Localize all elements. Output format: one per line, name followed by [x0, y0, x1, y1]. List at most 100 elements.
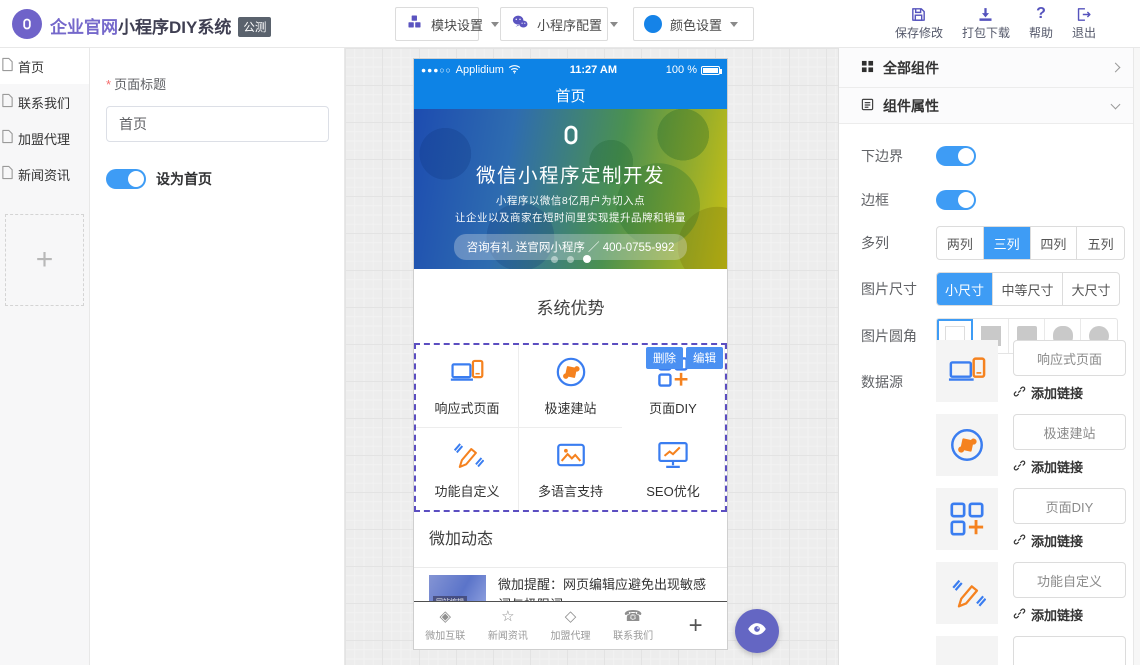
tab-label: 新闻资讯 — [488, 627, 528, 642]
columns-option-4[interactable]: 四列 — [1031, 227, 1078, 259]
columns-segmented-control: 两列 三列 四列 五列 — [936, 226, 1125, 260]
bottom-border-toggle[interactable] — [936, 146, 976, 166]
list-doc-icon — [861, 98, 874, 114]
image-size-label: 图片尺寸 — [861, 279, 936, 299]
plus-icon: + — [36, 243, 54, 277]
columns-option-5[interactable]: 五列 — [1077, 227, 1124, 259]
advantages-section-title: 系统优势 — [414, 269, 727, 343]
page-title-label: *页面标题 — [106, 74, 344, 93]
feature-label: SEO优化 — [646, 481, 699, 500]
feature-cell-fast-build[interactable]: 极速建站 — [519, 345, 622, 428]
image-size-small-selected[interactable]: 小尺寸 — [937, 273, 993, 305]
carousel-dot-active[interactable] — [583, 255, 591, 263]
miniprogram-logo-icon — [414, 119, 727, 156]
prop-border: 边框 — [839, 190, 1133, 210]
exit-button[interactable]: 退出 — [1072, 5, 1096, 41]
add-link-button[interactable]: 添加链接 — [1013, 383, 1126, 402]
page-item-agency[interactable]: 加盟代理 — [0, 120, 89, 156]
page-diy-icon — [936, 488, 998, 550]
hero-title: 微信小程序定制开发 — [414, 159, 727, 188]
chevron-down-icon — [1111, 99, 1121, 109]
data-source-name-input[interactable] — [1013, 636, 1126, 665]
phone-status-bar: ●●●○○ Applidium 11:27 AM 100 % — [414, 59, 727, 81]
app-title-primary: 企业官网 — [50, 18, 118, 37]
battery-icon — [701, 66, 720, 75]
page-item-contact[interactable]: 联系我们 — [0, 84, 89, 120]
delete-button[interactable]: 删除 — [646, 347, 683, 369]
add-link-button[interactable]: 添加链接 — [1013, 605, 1126, 624]
module-settings-label: 模块设置 — [431, 15, 483, 34]
hero-banner[interactable]: 微信小程序定制开发 小程序以微信8亿用户为切入点 让企业以及商家在短时间里实现提… — [414, 109, 727, 269]
page-title-input[interactable] — [106, 106, 329, 142]
add-link-label: 添加链接 — [1031, 531, 1083, 550]
columns-option-2[interactable]: 两列 — [937, 227, 984, 259]
required-mark: * — [106, 77, 111, 92]
image-size-large[interactable]: 大尺寸 — [1063, 273, 1119, 305]
data-source-name-input[interactable] — [1013, 340, 1126, 376]
data-source-icon-placeholder — [936, 636, 998, 665]
component-props-header[interactable]: 组件属性 — [839, 88, 1133, 124]
edit-button[interactable]: 编辑 — [686, 347, 723, 369]
seo-monitor-icon — [656, 438, 690, 475]
add-link-label: 添加链接 — [1031, 605, 1083, 624]
tab-brand[interactable]: ◈ 微加互联 — [414, 602, 477, 649]
data-source-name-input[interactable] — [1013, 562, 1126, 598]
beta-badge: 公测 — [238, 17, 271, 37]
color-settings-label: 颜色设置 — [670, 15, 722, 34]
carousel-dot[interactable] — [567, 256, 574, 263]
feature-cell-custom[interactable]: 功能自定义 — [416, 428, 519, 511]
tab-add-button[interactable]: + — [664, 602, 727, 649]
phone-nav-bar: 首页 — [414, 81, 727, 109]
miniprogram-config-menu[interactable]: 小程序配置 — [500, 7, 608, 41]
preview-button[interactable] — [735, 609, 779, 653]
tab-news[interactable]: ☆ 新闻资讯 — [477, 602, 540, 649]
page-icon — [1, 93, 14, 111]
save-button[interactable]: 保存修改 — [895, 5, 943, 41]
columns-option-3-selected[interactable]: 三列 — [984, 227, 1031, 259]
data-source-name-input[interactable] — [1013, 414, 1126, 450]
feature-cell-responsive[interactable]: 响应式页面 — [416, 345, 519, 428]
tab-agency[interactable]: ◇ 加盟代理 — [539, 602, 602, 649]
feature-cell-seo[interactable]: SEO优化 — [622, 428, 725, 511]
add-link-button[interactable]: 添加链接 — [1013, 457, 1126, 476]
help-icon: ? — [1036, 5, 1046, 23]
brand-diamond-icon: ◈ — [440, 608, 452, 625]
app-logo-icon — [12, 9, 42, 39]
feature-label: 响应式页面 — [434, 398, 499, 417]
carousel-dot[interactable] — [551, 256, 558, 263]
page-item-home[interactable]: 首页 — [0, 48, 89, 84]
add-link-button[interactable]: 添加链接 — [1013, 531, 1126, 550]
image-icon — [554, 438, 588, 475]
color-settings-menu[interactable]: 颜色设置 — [633, 7, 754, 41]
editor-canvas: ●●●○○ Applidium 11:27 AM 100 % 首页 微信小程序定… — [345, 48, 838, 665]
feature-cell-multilang[interactable]: 多语言支持 — [519, 428, 622, 511]
page-icon — [1, 165, 14, 183]
set-home-toggle[interactable] — [106, 169, 146, 189]
help-button[interactable]: ? 帮助 — [1029, 5, 1053, 41]
all-components-header[interactable]: 全部组件 — [839, 48, 1133, 88]
border-toggle[interactable] — [936, 190, 976, 210]
image-size-medium[interactable]: 中等尺寸 — [993, 273, 1063, 305]
feature-grid-component[interactable]: 删除 编辑 响应式页面 极速建站 页面DIY 功能自定义 — [414, 343, 727, 512]
tag-diamond-icon: ◇ — [565, 608, 577, 625]
set-home-label: 设为首页 — [156, 169, 212, 189]
feature-label: 功能自定义 — [434, 481, 499, 500]
add-page-button[interactable]: + — [5, 214, 84, 306]
puzzle-circle-icon — [554, 355, 588, 392]
page-icon — [1, 57, 14, 75]
vertical-scrollbar[interactable] — [1133, 48, 1140, 665]
image-radius-label: 图片圆角 — [861, 326, 936, 346]
prop-bottom-border: 下边界 — [839, 146, 1133, 166]
module-settings-menu[interactable]: 模块设置 — [395, 7, 479, 41]
page-item-news[interactable]: 新闻资讯 — [0, 156, 89, 192]
data-source-name-input[interactable] — [1013, 488, 1126, 524]
data-source-label: 数据源 — [861, 366, 936, 392]
feature-label: 多语言支持 — [538, 481, 603, 500]
tab-contact[interactable]: ☎ 联系我们 — [602, 602, 665, 649]
app-title: 企业官网小程序DIY系统公测 — [50, 13, 271, 38]
news-section-title: 微加动态 — [414, 512, 727, 568]
app: 企业官网小程序DIY系统公测 模块设置 小程序配置 颜色设置 保存修改 打包下载 — [0, 0, 1140, 665]
app-title-secondary: 小程序DIY系统 — [118, 18, 231, 37]
phone-preview: ●●●○○ Applidium 11:27 AM 100 % 首页 微信小程序定… — [413, 58, 728, 650]
download-button[interactable]: 打包下载 — [962, 5, 1010, 41]
